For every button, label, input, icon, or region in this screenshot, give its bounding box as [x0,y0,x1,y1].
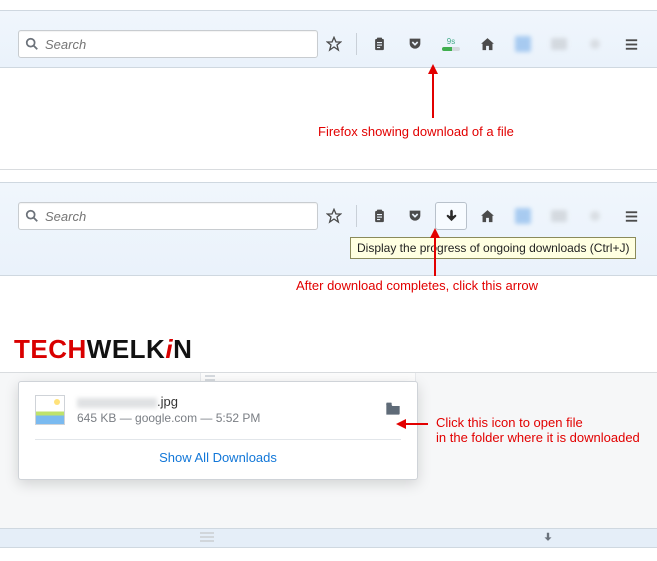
brand-part: i [165,334,173,364]
caption-downloading: Firefox showing download of a file [318,124,514,139]
blurred-icon [579,202,611,230]
pocket-icon[interactable] [399,202,431,230]
downloads-tooltip: Display the progress of ongoing download… [350,237,636,259]
downloads-popover-panel: .jpg 645 KB — google.com — 5:52 PM Show … [0,373,657,528]
browser-toolbar: 9s [18,29,647,59]
download-filename: .jpg [77,394,373,409]
clipboard-icon[interactable] [363,202,395,230]
home-icon[interactable] [471,30,503,58]
download-item[interactable]: .jpg 645 KB — google.com — 5:52 PM [35,394,401,425]
toolbar-divider [356,205,357,227]
show-all-downloads-link[interactable]: Show All Downloads [35,440,401,469]
hamburger-menu-icon[interactable] [615,30,647,58]
toolbar-panel-downloading: 9s [0,10,657,68]
caption-completed: After download completes, click this arr… [296,278,538,293]
search-icon [25,209,39,223]
home-icon[interactable] [471,202,503,230]
pocket-icon[interactable] [399,30,431,58]
bookmark-star-icon[interactable] [318,202,350,230]
search-box[interactable] [18,30,318,58]
search-input[interactable] [45,37,311,52]
search-input[interactable] [45,209,311,224]
downloads-progress-icon[interactable]: 9s [435,30,467,58]
brand-part: N [173,334,192,364]
blurred-icon [543,202,575,230]
download-texts: .jpg 645 KB — google.com — 5:52 PM [77,394,373,425]
section-divider [0,168,657,170]
brand-part: WELK [87,334,166,364]
browser-toolbar [18,201,647,231]
blurred-icon [543,30,575,58]
toolbar-icons: 9s [318,30,647,58]
downloads-mini-icon[interactable] [541,531,555,548]
brand-part: TECH [14,334,87,364]
search-box[interactable] [18,202,318,230]
downloads-button[interactable] [435,202,467,230]
annotation-arrow [404,423,428,425]
bottom-bar [0,528,657,548]
file-thumbnail-icon [35,395,65,425]
bookmark-star-icon[interactable] [318,30,350,58]
blurred-icon [579,30,611,58]
grip-icon [200,532,214,544]
toolbar-divider [356,33,357,55]
toolbar-icons [318,202,647,230]
blurred-icon [507,202,539,230]
downloads-popover: .jpg 645 KB — google.com — 5:52 PM Show … [18,381,418,480]
caption-open-folder: Click this icon to open file in the fold… [436,415,640,445]
blurred-icon [507,30,539,58]
annotation-arrow [434,236,436,276]
search-icon [25,37,39,51]
toolbar-panel-completed: Display the progress of ongoing download… [0,182,657,276]
brand-logo: TECHWELKiN [14,334,657,365]
annotation-arrow [432,72,434,118]
open-folder-icon[interactable] [385,401,401,418]
clipboard-icon[interactable] [363,30,395,58]
download-meta: 645 KB — google.com — 5:52 PM [77,411,373,425]
download-eta-badge: 9s [447,37,455,46]
hamburger-menu-icon[interactable] [615,202,647,230]
